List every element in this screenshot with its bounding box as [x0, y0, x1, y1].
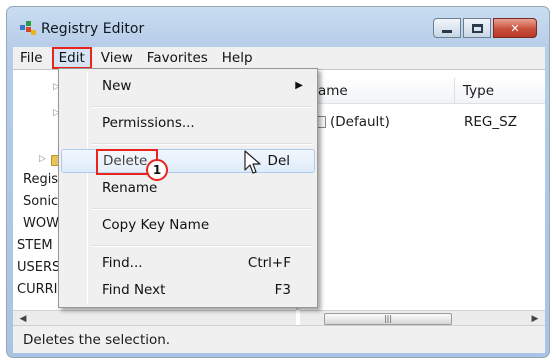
menu-item-label: Copy Key Name	[102, 217, 210, 233]
menu-item-find-next[interactable]: Find Next F3	[61, 279, 315, 303]
menu-bar: File Edit View Favorites Help	[13, 47, 545, 69]
menu-item-rename[interactable]: Rename	[61, 177, 315, 201]
menu-item-label: Rename	[102, 180, 158, 196]
menu-edit[interactable]: Edit	[51, 47, 92, 69]
maximize-button[interactable]	[463, 18, 491, 38]
menu-file[interactable]: File	[13, 47, 50, 69]
tree-expander-icon[interactable]: ▷	[39, 154, 46, 164]
menu-view[interactable]: View	[94, 47, 140, 69]
menu-item-shortcut: Del	[267, 153, 290, 169]
menu-item-shortcut: F3	[274, 282, 291, 298]
column-header-name[interactable]: ame	[300, 78, 455, 104]
menu-item-label: Permissions...	[102, 115, 195, 131]
menu-item-permissions[interactable]: Permissions...	[61, 112, 315, 136]
menu-item-copy-key-name[interactable]: Copy Key Name	[61, 214, 315, 238]
menu-favorites[interactable]: Favorites	[140, 47, 215, 69]
mouse-pointer-icon	[244, 150, 261, 174]
menu-separator	[91, 106, 313, 108]
value-name: (Default)	[330, 114, 390, 130]
value-row[interactable]: (Default) REG_SZ	[300, 112, 545, 132]
tree-item[interactable]: USERS	[17, 258, 60, 278]
menu-item-label: Find...	[102, 255, 143, 271]
scrollbar-thumb[interactable]: |||	[324, 313, 452, 325]
menu-separator	[91, 245, 313, 247]
tree-item[interactable]: CURRI	[17, 280, 58, 300]
menu-item-delete[interactable]: Delete Del 1	[61, 149, 315, 181]
maximize-icon	[471, 23, 483, 33]
tree-item[interactable]: Sonic	[23, 192, 58, 212]
menu-help[interactable]: Help	[215, 47, 260, 69]
registry-editor-app-icon	[20, 21, 36, 35]
value-type: REG_SZ	[464, 114, 517, 130]
scroll-right-icon[interactable]: ▶	[527, 312, 543, 326]
scroll-left-icon[interactable]: ◀	[15, 312, 31, 326]
values-list[interactable]: ame Type (Default) REG_SZ	[300, 70, 545, 310]
tree-item[interactable]: WOW	[23, 214, 59, 234]
close-button[interactable]: ✕	[493, 18, 537, 38]
menu-item-label: Find Next	[102, 282, 166, 298]
window-title: Registry Editor	[41, 21, 145, 37]
submenu-arrow-icon: ▶	[295, 80, 303, 91]
menu-item-label: New	[102, 78, 132, 94]
status-bar: Deletes the selection.	[13, 325, 545, 353]
menu-item-new[interactable]: New ▶	[61, 75, 315, 99]
menu-separator	[91, 143, 313, 145]
minimize-icon	[442, 29, 452, 33]
menu-item-find[interactable]: Find... Ctrl+F	[61, 252, 315, 276]
title-bar[interactable]: Registry Editor ✕	[7, 7, 549, 45]
menu-separator	[91, 208, 313, 210]
menu-item-shortcut: Ctrl+F	[247, 255, 291, 271]
list-horizontal-scrollbar[interactable]: ||| ▶	[300, 310, 545, 326]
tree-item[interactable]: Regis	[23, 170, 58, 190]
column-header-type[interactable]: Type	[455, 78, 545, 104]
tree-horizontal-scrollbar[interactable]: ◀	[13, 310, 296, 326]
caption-buttons: ✕	[433, 18, 537, 40]
edit-menu-dropdown: New ▶ Permissions... Delete Del 1 Rename…	[58, 68, 318, 308]
minimize-button[interactable]	[433, 18, 461, 38]
tree-item[interactable]: STEM	[17, 236, 53, 256]
close-icon: ✕	[510, 21, 520, 35]
